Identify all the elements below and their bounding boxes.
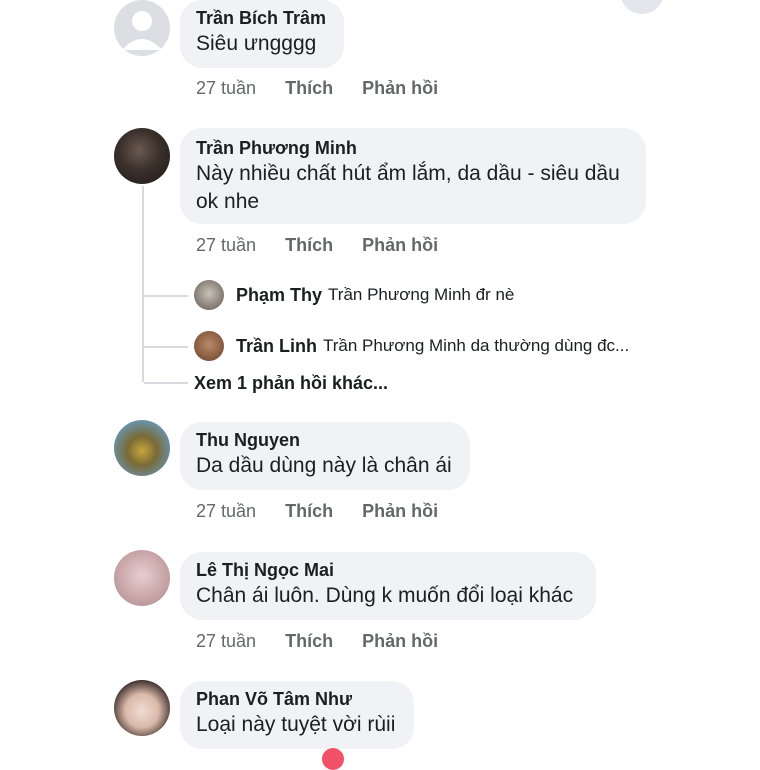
comment-bubble: Trần Bích Trâm Siêu ưngggg [180, 0, 344, 68]
comment-text: Da dầu dùng này là chân ái [196, 454, 452, 477]
like-button[interactable]: Thích [285, 501, 333, 521]
comment-bubble: Phan Võ Tâm Như Loại này tuyệt vời rùii [180, 681, 414, 749]
avatar[interactable] [114, 0, 170, 56]
reply-button[interactable]: Phản hồi [362, 235, 438, 255]
reply-text: Trần Phương Minh đr nè [328, 285, 515, 304]
like-button[interactable]: Thích [285, 78, 333, 98]
reply-button[interactable]: Phản hồi [362, 501, 438, 521]
thread-connector [144, 382, 188, 384]
reaction-icon [322, 748, 344, 770]
commenter-name[interactable]: Thu Nguyen [196, 428, 454, 452]
commenter-name[interactable]: Phan Võ Tâm Như [196, 687, 398, 711]
commenter-name[interactable]: Lê Thị Ngọc Mai [196, 558, 580, 582]
comment-text: Loại này tuyệt vời rùii [196, 713, 396, 736]
avatar[interactable] [114, 550, 170, 606]
comment-bubble: Trần Phương Minh Này nhiều chất hút ẩm l… [180, 128, 646, 224]
comment-text: Siêu ưngggg [196, 32, 317, 55]
view-more-replies-link[interactable]: Xem 1 phản hồi khác... [194, 373, 388, 394]
comment-text-line-2: ok nhe [196, 190, 260, 213]
reply-button[interactable]: Phản hồi [362, 631, 438, 651]
comment-bubble: Thu Nguyen Da dầu dùng này là chân ái [180, 422, 470, 490]
reply-text: Trần Phương Minh da thường dùng đc... [323, 336, 630, 355]
avatar[interactable] [114, 128, 170, 184]
reply-avatar[interactable] [194, 331, 224, 361]
like-button[interactable]: Thích [285, 631, 333, 651]
timestamp[interactable]: 27 tuần [196, 501, 256, 521]
comment-actions: 27 tuần Thích Phản hồi [196, 501, 462, 522]
commenter-name[interactable]: Trần Phương Minh [196, 136, 630, 160]
reply-item: Trần Linh Trần Phương Minh da thường dùn… [194, 331, 629, 361]
comment-actions: 27 tuần Thích Phản hồi [196, 235, 462, 256]
comment-actions: 27 tuần Thích Phản hồi [196, 78, 462, 99]
thread-connector [144, 346, 188, 348]
comment-text: Chân ái luôn. Dùng k muốn đổi loại khác [196, 584, 574, 607]
comment-bubble: Lê Thị Ngọc Mai Chân ái luôn. Dùng k muố… [180, 552, 596, 620]
reply-item: Phạm Thy Trần Phương Minh đr nè [194, 280, 514, 310]
reply-button[interactable]: Phản hồi [362, 78, 438, 98]
reply-avatar[interactable] [194, 280, 224, 310]
avatar[interactable] [114, 420, 170, 476]
timestamp[interactable]: 27 tuần [196, 78, 256, 98]
thread-connector [144, 295, 188, 297]
like-button[interactable]: Thích [285, 235, 333, 255]
reply-author[interactable]: Phạm Thy [236, 285, 322, 306]
timestamp[interactable]: 27 tuần [196, 631, 256, 651]
comment-text-line-1: Này nhiều chất hút ẩm lắm, da dầu - siêu… [196, 162, 620, 185]
default-avatar-icon [114, 0, 170, 56]
reply-author[interactable]: Trần Linh [236, 336, 317, 357]
thread-line [142, 186, 144, 382]
timestamp[interactable]: 27 tuần [196, 235, 256, 255]
comment-actions: 27 tuần Thích Phản hồi [196, 631, 462, 652]
avatar[interactable] [114, 680, 170, 736]
commenter-name[interactable]: Trần Bích Trâm [196, 6, 328, 30]
options-button[interactable] [620, 0, 664, 14]
